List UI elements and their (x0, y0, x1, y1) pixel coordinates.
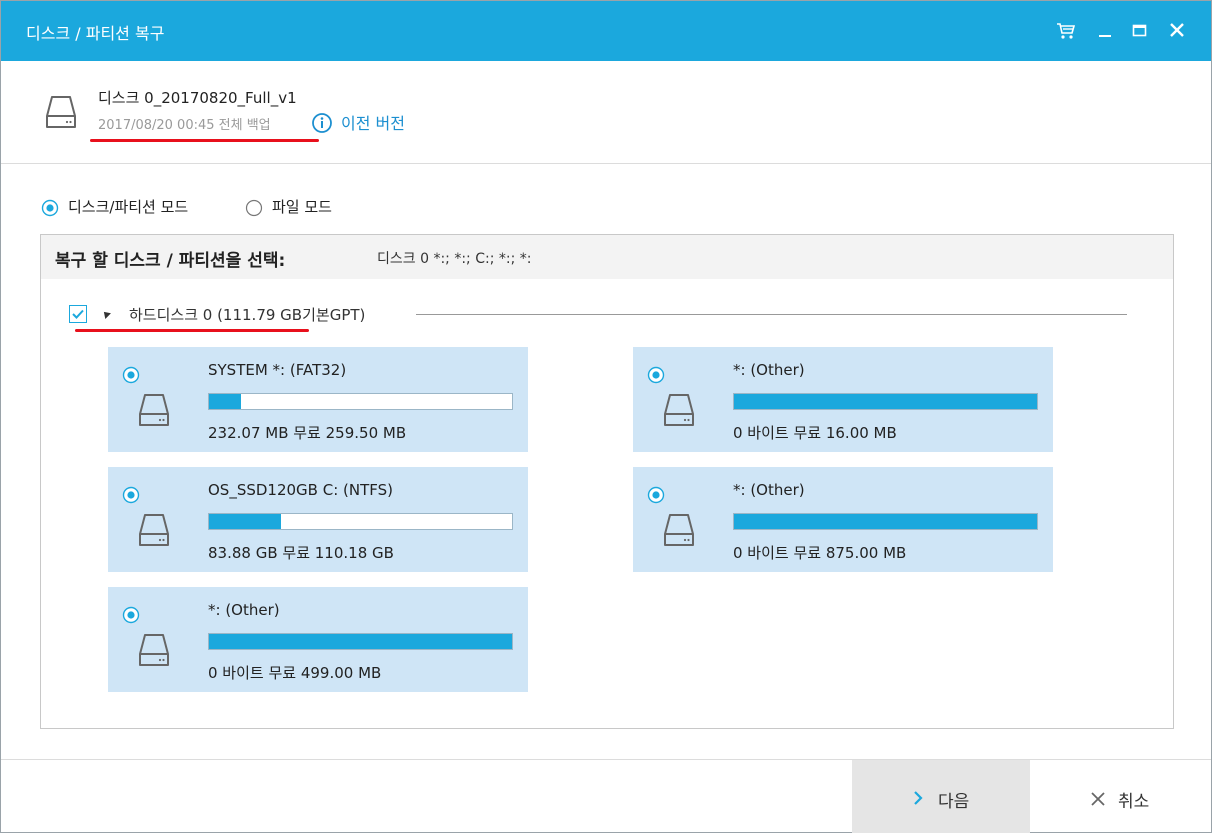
disk-row: 하드디스크 0 (111.79 GB기본GPT) (69, 302, 1129, 332)
usage-fill (209, 514, 282, 529)
close-icon (1091, 792, 1105, 806)
annotation-underline (90, 139, 319, 142)
next-label: 다음 (938, 792, 970, 812)
maximize-button[interactable] (1123, 13, 1157, 49)
partition-disk-icon (139, 394, 169, 426)
cancel-button[interactable]: 취소 (1030, 760, 1211, 833)
hard-disk-icon (46, 96, 76, 128)
disk-checkbox[interactable] (69, 305, 87, 323)
partition-size: 0 바이트 무료 875.00 MB (733, 544, 907, 562)
usage-bar (208, 393, 513, 410)
previous-version-link[interactable]: 이전 버전 (341, 110, 405, 134)
partition-size: 232.07 MB 무료 259.50 MB (208, 424, 407, 442)
usage-fill (209, 634, 512, 649)
selection-summary: 디스크 0 *:; *:; C:; *:; *: (377, 251, 532, 267)
partition-card[interactable]: OS_SSD120GB C: (NTFS) 83.88 GB 무료 110.18… (108, 467, 528, 572)
radio-selected-icon (647, 486, 665, 504)
annotation-underline (75, 329, 309, 332)
partition-select-panel: 복구 할 디스크 / 파티션을 선택: 디스크 0 *:; *:; C:; *:… (40, 234, 1174, 729)
minimize-button[interactable] (1089, 13, 1123, 49)
title-bar: 디스크 / 파티션 복구 (1, 1, 1211, 61)
cart-button[interactable] (1049, 13, 1083, 49)
window-title: 디스크 / 파티션 복구 (26, 24, 165, 43)
mode-label: 디스크/파티션 모드 (68, 198, 189, 216)
partition-name: *: (Other) (733, 361, 805, 379)
partition-size: 0 바이트 무료 16.00 MB (733, 424, 897, 442)
usage-bar (208, 633, 513, 650)
minimize-icon (1099, 35, 1111, 37)
partition-name: *: (Other) (208, 601, 280, 619)
usage-bar (733, 513, 1038, 530)
next-button[interactable]: 다음 (852, 760, 1030, 833)
radio-selected-icon (41, 199, 59, 217)
partition-card[interactable]: SYSTEM *: (FAT32) 232.07 MB 무료 259.50 MB (108, 347, 528, 452)
backup-meta: 2017/08/20 00:45 전체 백업 (98, 118, 271, 133)
checkmark-icon (72, 309, 84, 319)
disk-label: 하드디스크 0 (111.79 GB기본GPT) (129, 306, 366, 324)
usage-fill (734, 394, 1037, 409)
panel-heading: 복구 할 디스크 / 파티션을 선택: (55, 251, 286, 271)
backup-header: 디스크 0_20170820_Full_v1 2017/08/20 00:45 … (1, 61, 1211, 164)
partition-disk-icon (139, 634, 169, 666)
footer: 다음 취소 (1, 759, 1211, 833)
radio-selected-icon (647, 366, 665, 384)
partition-disk-icon (139, 514, 169, 546)
partition-size: 0 바이트 무료 499.00 MB (208, 664, 382, 682)
radio-selected-icon (122, 366, 140, 384)
partition-card[interactable]: *: (Other) 0 바이트 무료 875.00 MB (633, 467, 1053, 572)
usage-fill (734, 514, 1037, 529)
usage-fill (209, 394, 242, 409)
partition-disk-icon (664, 394, 694, 426)
mode-label: 파일 모드 (272, 198, 332, 216)
partition-name: *: (Other) (733, 481, 805, 499)
collapse-caret-icon[interactable] (101, 309, 111, 319)
backup-name: 디스크 0_20170820_Full_v1 (98, 89, 297, 107)
restore-window: 디스크 / 파티션 복구 디스크 0_20170820_Full_v1 2017… (0, 0, 1212, 833)
usage-bar (733, 393, 1038, 410)
info-icon[interactable] (311, 112, 333, 134)
close-button[interactable] (1161, 13, 1195, 49)
partition-name: SYSTEM *: (FAT32) (208, 361, 347, 379)
maximize-icon (1132, 24, 1147, 37)
radio-selected-icon (122, 606, 140, 624)
partition-name: OS_SSD120GB C: (NTFS) (208, 481, 394, 499)
divider (416, 314, 1127, 315)
radio-unselected-icon (245, 199, 263, 217)
cart-icon (1057, 23, 1076, 39)
chevron-right-icon (914, 791, 923, 805)
partition-card[interactable]: *: (Other) 0 바이트 무료 16.00 MB (633, 347, 1053, 452)
close-icon (1170, 23, 1184, 37)
usage-bar (208, 513, 513, 530)
partition-disk-icon (664, 514, 694, 546)
partition-card[interactable]: *: (Other) 0 바이트 무료 499.00 MB (108, 587, 528, 692)
panel-header: 복구 할 디스크 / 파티션을 선택: 디스크 0 *:; *:; C:; *:… (41, 235, 1173, 279)
partition-size: 83.88 GB 무료 110.18 GB (208, 544, 394, 562)
cancel-label: 취소 (1118, 792, 1150, 812)
radio-selected-icon (122, 486, 140, 504)
